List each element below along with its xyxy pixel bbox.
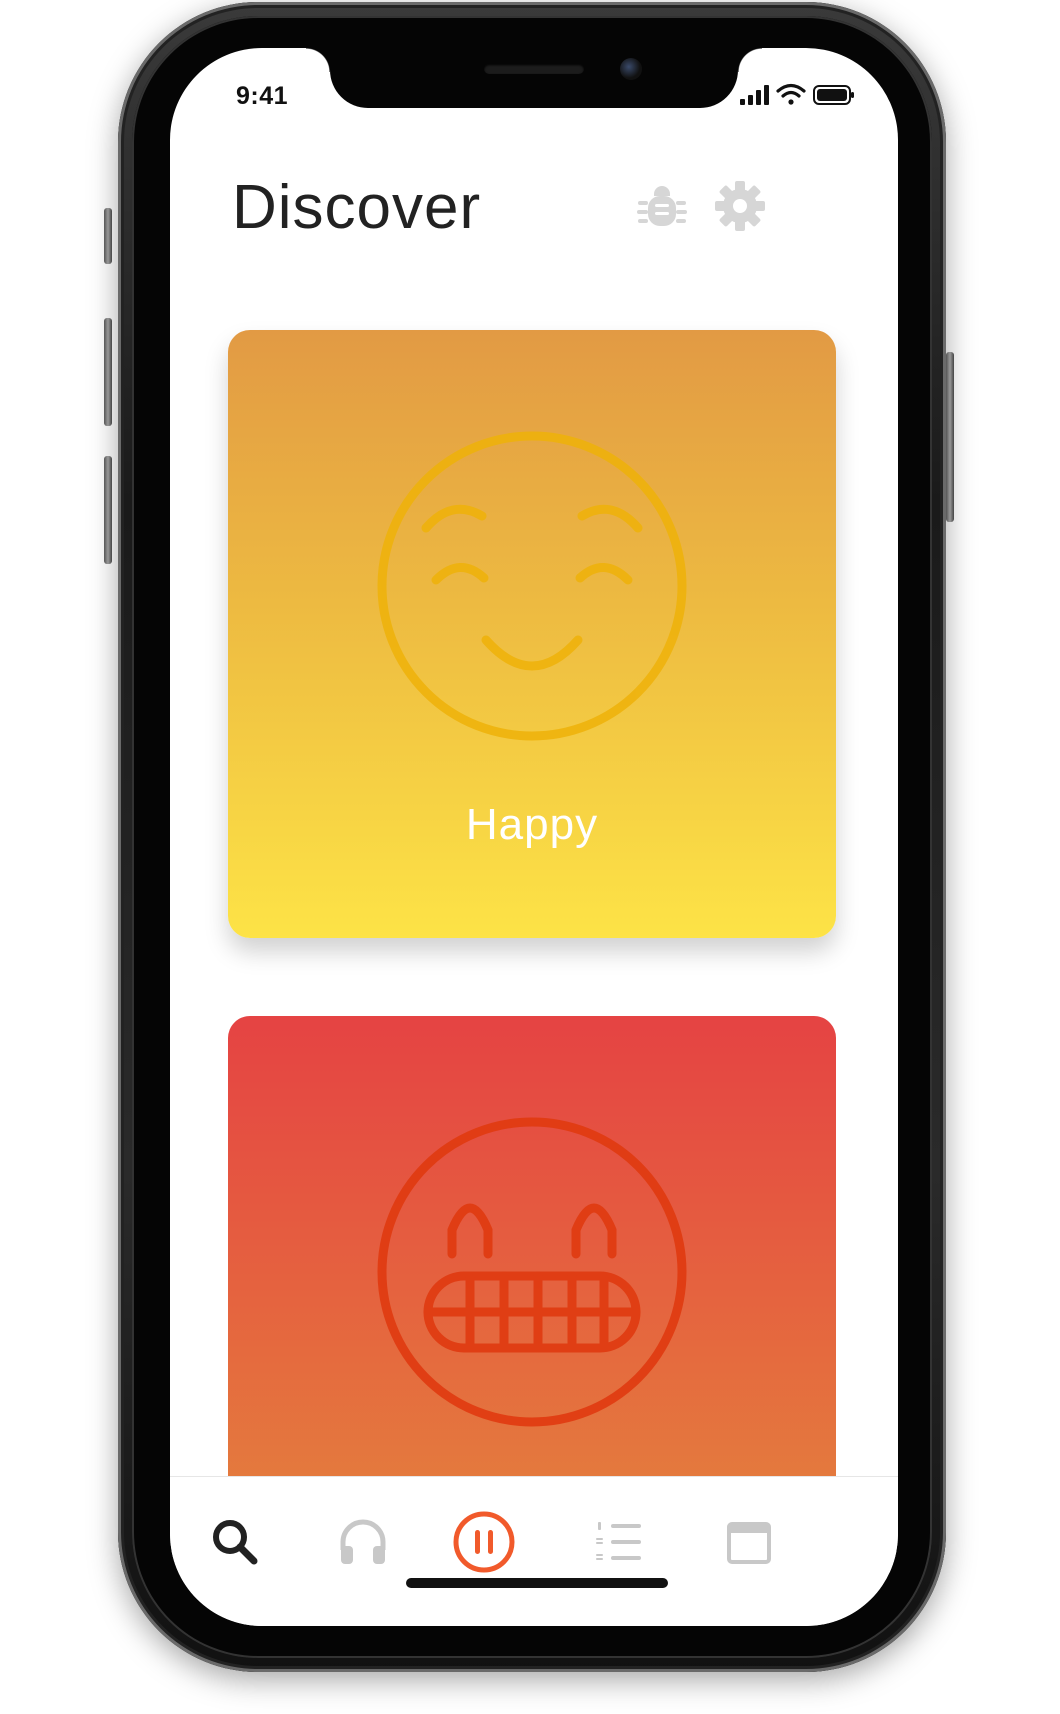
notch: [306, 48, 762, 108]
status-icons: [740, 83, 854, 105]
speaker-grille: [484, 64, 584, 74]
page-title: Discover: [232, 173, 482, 242]
headphones-icon: [340, 1519, 386, 1564]
pause-icon: [453, 1511, 515, 1573]
search-icon: [213, 1520, 258, 1565]
volume-up-button: [104, 318, 112, 426]
front-camera: [620, 58, 642, 80]
wifi-icon: [776, 83, 806, 105]
bottom-tab-bar: [170, 1476, 898, 1626]
mood-card-happy[interactable]: Happy: [228, 330, 836, 938]
tab-player[interactable]: [439, 1497, 529, 1587]
volume-down-button: [104, 456, 112, 564]
home-indicator[interactable]: [406, 1578, 668, 1588]
tab-search[interactable]: [190, 1497, 280, 1587]
smiling-face-icon: [377, 431, 687, 741]
gear-icon[interactable]: [712, 178, 768, 234]
tab-listen[interactable]: [318, 1497, 408, 1587]
stage: 9:41 Discover Happy: [0, 0, 1060, 1714]
bug-icon[interactable]: [634, 178, 690, 234]
battery-icon: [813, 85, 854, 105]
status-time: 9:41: [236, 82, 289, 110]
numbered-list-icon: [596, 1522, 641, 1560]
grimacing-face-icon: [377, 1117, 687, 1427]
mute-switch: [104, 208, 112, 264]
app-screen: 9:41 Discover Happy: [170, 48, 898, 1626]
mood-card-label: Happy: [465, 800, 599, 849]
power-button: [946, 352, 954, 522]
calendar-icon: [727, 1522, 771, 1564]
tab-calendar[interactable]: [704, 1497, 794, 1587]
tab-playlist[interactable]: [574, 1497, 664, 1587]
cellular-signal-icon: [740, 85, 769, 105]
